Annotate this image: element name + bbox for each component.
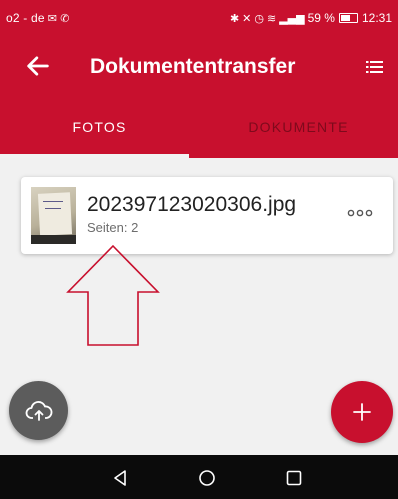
- back-triangle-icon[interactable]: [109, 467, 131, 489]
- status-time: 12:31: [361, 11, 392, 25]
- arrow-left-icon[interactable]: [24, 52, 52, 80]
- tab-fotos[interactable]: FOTOS: [0, 96, 199, 158]
- plus-icon: [353, 403, 371, 421]
- file-page-count: Seiten: 2: [87, 220, 139, 235]
- file-name: 202397123020306.jpg: [87, 193, 297, 216]
- page-title: Dokumententransfer: [90, 55, 296, 78]
- app-bar: Dokumententransfer: [0, 40, 398, 96]
- battery-percent: 59 %: [307, 11, 335, 25]
- battery-icon: [338, 13, 358, 23]
- list-icon[interactable]: [366, 59, 384, 75]
- notification-icon: ✉: [47, 11, 58, 25]
- signal-icon: ▂▄▆: [279, 11, 305, 25]
- status-right: ✱ ✕ ◷ ≋ ▂▄▆ 59 % 12:31: [230, 11, 392, 25]
- alarm-icon: ◷: [254, 11, 264, 25]
- add-button[interactable]: [331, 381, 393, 443]
- file-list-item[interactable]: 202397123020306.jpg Seiten: 2: [21, 177, 393, 254]
- bluetooth-icon: ✱: [229, 11, 240, 25]
- status-bar: o2 - de ✉ ✆ ✱ ✕ ◷ ≋ ▂▄▆ 59 % 12:31: [0, 0, 398, 40]
- tab-dokumente[interactable]: DOKUMENTE: [199, 96, 398, 158]
- carrier-name: o2 - de: [6, 11, 45, 25]
- file-thumbnail: [31, 187, 76, 244]
- mute-icon: ✕: [242, 11, 252, 25]
- home-circle-icon[interactable]: [196, 467, 218, 489]
- upload-button[interactable]: [9, 381, 68, 440]
- annotation-arrow: [66, 244, 160, 346]
- status-left: o2 - de ✉ ✆: [6, 11, 70, 25]
- tab-bar: FOTOS DOKUMENTE: [0, 96, 398, 158]
- recents-square-icon[interactable]: [283, 467, 305, 489]
- wifi-icon: ≋: [267, 11, 277, 25]
- messenger-icon: ✆: [60, 11, 70, 25]
- more-horizontal-icon[interactable]: [347, 209, 373, 217]
- selected-tab-indicator: [0, 154, 189, 158]
- cloud-upload-icon: [25, 400, 52, 421]
- system-navigation-bar: [0, 455, 398, 499]
